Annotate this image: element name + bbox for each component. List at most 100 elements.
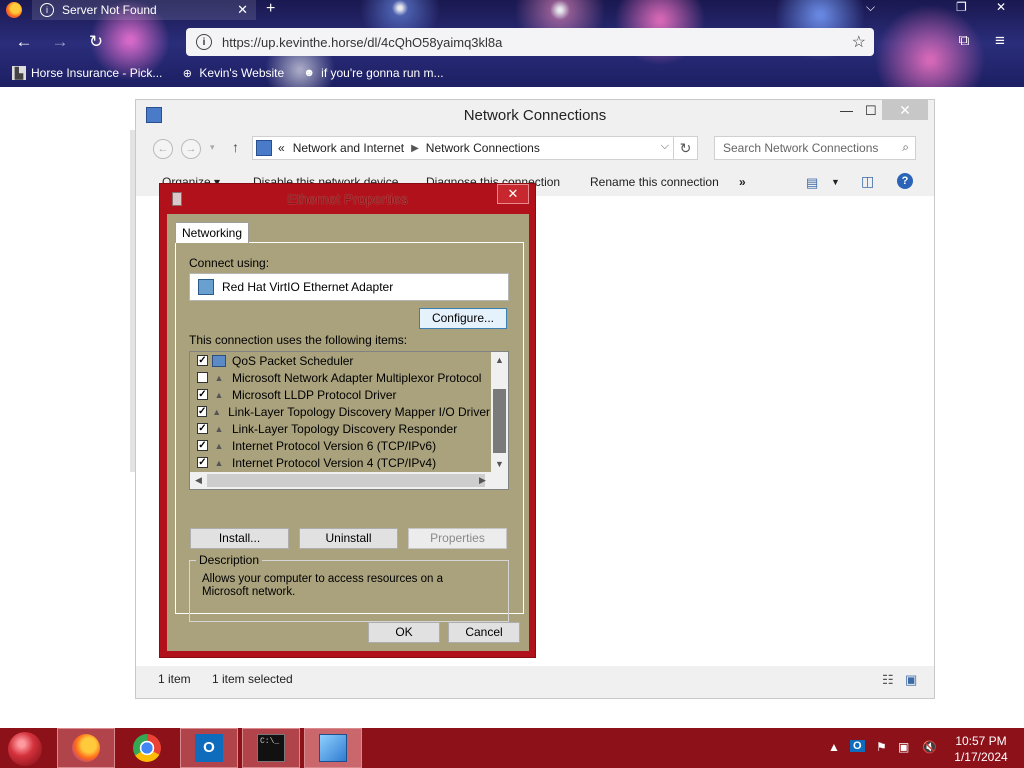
maximize-icon[interactable]: ☐	[865, 103, 877, 119]
outlook-tray-icon[interactable]: O	[850, 740, 865, 752]
bookmark-star-icon[interactable]: ☆	[852, 32, 866, 52]
back-icon[interactable]: ←	[153, 139, 173, 159]
list-item[interactable]: ✓ ▲ Link-Layer Topology Discovery Respon…	[190, 420, 490, 437]
uninstall-button[interactable]: Uninstall	[299, 528, 398, 549]
forward-icon[interactable]: →	[181, 139, 201, 159]
taskbar-outlook[interactable]: O	[180, 728, 238, 768]
site-info-icon[interactable]: i	[196, 34, 212, 50]
recent-locations-icon[interactable]: ▾	[210, 142, 215, 153]
back-icon[interactable]: ←	[14, 32, 34, 52]
clock-time: 10:57 PM	[955, 734, 1007, 748]
properties-button[interactable]: Properties	[408, 528, 507, 549]
bookmark-item[interactable]: ⊕ Kevin's Website	[180, 66, 284, 80]
list-item[interactable]: ✓ ▲ Internet Protocol Version 6 (TCP/IPv…	[190, 437, 490, 454]
close-tab-icon[interactable]: ✕	[237, 2, 248, 18]
search-input[interactable]: Search Network Connections ⌕	[714, 136, 916, 160]
help-icon[interactable]: ?	[897, 173, 913, 189]
taskbar-firefox[interactable]	[57, 728, 115, 768]
install-button[interactable]: Install...	[190, 528, 289, 549]
chevron-down-icon[interactable]: ⌵	[661, 140, 669, 153]
refresh-icon[interactable]: ↻	[673, 137, 697, 159]
more-commands-button[interactable]: »	[739, 175, 746, 189]
clock[interactable]: 10:57 PM 1/17/2024	[946, 733, 1016, 765]
list-item[interactable]: ✓ QoS Packet Scheduler	[190, 352, 490, 369]
tab-networking[interactable]: Networking	[175, 222, 250, 243]
nc-titlebar[interactable]: Network Connections — ☐ ✕	[136, 100, 934, 130]
preview-pane-icon[interactable]: ◫	[861, 173, 874, 190]
url-text: https://up.kevinthe.horse/dl/4cQhO58yaim…	[222, 34, 503, 50]
status-bar: 1 item 1 item selected ☷ ▣	[136, 668, 934, 692]
start-button[interactable]	[8, 732, 42, 766]
search-icon[interactable]: ⌕	[902, 140, 909, 155]
vertical-scrollbar[interactable]: ▲ ▼	[491, 352, 508, 473]
list-item[interactable]: ✓ ▲ Microsoft LLDP Protocol Driver	[190, 386, 490, 403]
large-icons-view-icon[interactable]: ▣	[905, 672, 917, 688]
browser-tab[interactable]: i Server Not Found ✕	[32, 0, 256, 20]
browser-chrome: i Server Not Found ✕ + ⌵ ❐ ✕ ← → ↻ i htt…	[0, 0, 1024, 87]
menu-icon[interactable]: ≡	[990, 31, 1010, 51]
forward-icon[interactable]: →	[50, 32, 70, 52]
taskbar-control-panel[interactable]	[304, 728, 362, 768]
checkbox[interactable]: ✓	[197, 389, 208, 400]
item-count: 1 item	[158, 672, 191, 686]
checkbox[interactable]: ✓	[197, 440, 208, 451]
url-bar[interactable]: i https://up.kevinthe.horse/dl/4cQhO58ya…	[186, 28, 874, 56]
horizontal-scrollbar[interactable]: ◀ ▶	[190, 472, 508, 489]
bookmark-item[interactable]: ☻ if you're gonna run m...	[302, 66, 443, 80]
details-view-icon[interactable]: ☷	[882, 672, 894, 688]
scroll-up-icon[interactable]: ▲	[491, 352, 508, 369]
protocol-icon: ▲	[214, 440, 224, 451]
checkbox[interactable]: ✓	[197, 355, 208, 366]
checkbox[interactable]	[197, 372, 208, 383]
scroll-thumb[interactable]	[207, 474, 485, 487]
dialog-titlebar[interactable]: Ethernet Properties ✕	[160, 184, 535, 212]
view-dropdown-icon[interactable]: ▼	[831, 177, 840, 187]
taskbar-command-prompt[interactable]: C:\_	[242, 728, 300, 768]
dialog-body: Networking Connect using: Red Hat VirtIO…	[167, 214, 529, 651]
scroll-left-icon[interactable]: ◀	[190, 472, 207, 489]
flag-icon[interactable]: ⚑	[876, 740, 887, 754]
cancel-button[interactable]: Cancel	[448, 622, 520, 643]
network-adapter-icon	[198, 279, 214, 295]
dialog-close-button[interactable]: ✕	[497, 184, 529, 204]
taskbar: O C:\_	[0, 728, 1024, 768]
selection-count: 1 item selected	[212, 672, 293, 686]
scroll-down-icon[interactable]: ▼	[491, 456, 508, 473]
close-button[interactable]: ✕	[882, 100, 928, 120]
new-tab-icon[interactable]: +	[266, 0, 275, 18]
taskbar-chrome[interactable]	[118, 728, 176, 768]
rename-button[interactable]: Rename this connection	[590, 175, 719, 189]
list-item[interactable]: ✓ ▲ Link-Layer Topology Discovery Mapper…	[190, 403, 490, 420]
extensions-icon[interactable]: ⧉	[954, 32, 974, 49]
reload-icon[interactable]: ↻	[86, 32, 106, 52]
page-icon: ▙	[12, 66, 26, 80]
bookmark-item[interactable]: ▙ Horse Insurance - Pick...	[12, 66, 162, 80]
scroll-thumb[interactable]	[493, 389, 506, 453]
restore-icon[interactable]: ❐	[956, 0, 967, 14]
close-window-icon[interactable]: ✕	[996, 0, 1006, 14]
breadcrumb-prefix[interactable]: «	[278, 141, 285, 155]
chevron-right-icon[interactable]: ▶	[411, 143, 419, 154]
breadcrumb-network-connections[interactable]: Network Connections	[426, 141, 540, 155]
checkbox[interactable]: ✓	[197, 406, 208, 417]
info-icon: i	[40, 3, 54, 17]
network-icon[interactable]: ▣	[898, 740, 909, 754]
minimize-icon[interactable]: —	[840, 103, 853, 118]
breadcrumb-network-and-internet[interactable]: Network and Internet	[293, 141, 404, 155]
change-view-icon[interactable]: ▤	[806, 175, 818, 191]
up-icon[interactable]: ↑	[232, 139, 239, 155]
checkbox[interactable]: ✓	[197, 423, 208, 434]
chevron-down-icon[interactable]: ⌵	[866, 0, 875, 15]
address-bar[interactable]: « Network and Internet ▶ Network Connect…	[252, 136, 698, 160]
volume-muted-icon[interactable]: 🔇	[922, 740, 937, 754]
configure-button[interactable]: Configure...	[419, 308, 507, 329]
show-hidden-icons-icon[interactable]: ▲	[828, 740, 840, 754]
protocol-icon: ▲	[212, 406, 222, 417]
ok-button[interactable]: OK	[368, 622, 440, 643]
list-item[interactable]: ▲ Microsoft Network Adapter Multiplexor …	[190, 369, 490, 386]
scroll-right-icon[interactable]: ▶	[474, 472, 491, 489]
globe-icon: ⊕	[182, 67, 192, 80]
components-list[interactable]: ✓ QoS Packet Scheduler ▲ Microsoft Netwo…	[189, 351, 509, 490]
list-item[interactable]: ✓ ▲ Internet Protocol Version 4 (TCP/IPv…	[190, 454, 490, 471]
checkbox[interactable]: ✓	[197, 457, 208, 468]
